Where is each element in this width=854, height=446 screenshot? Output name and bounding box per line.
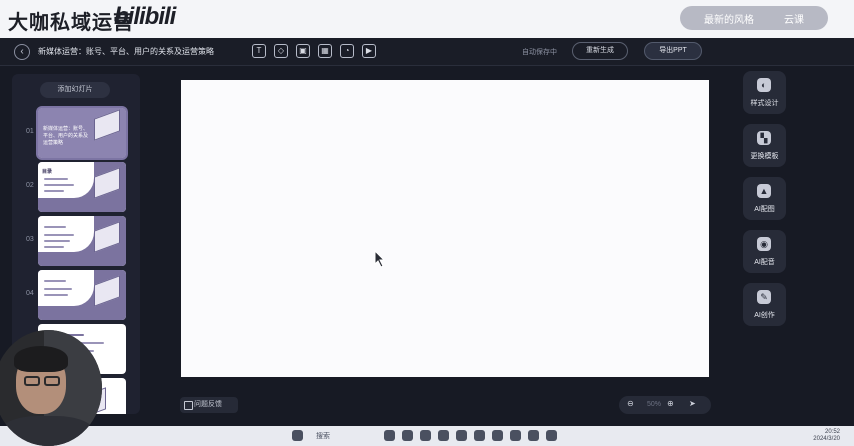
pointer-tool-icon[interactable]: ➤ (689, 399, 696, 408)
glasses-icon (44, 376, 60, 386)
tool-label: 样式设计 (750, 100, 779, 107)
watermark-text-right: 云课 (784, 15, 804, 26)
slide-item[interactable]: 01 新媒体运营：账号、平台、用户的关系及运营策略 (12, 106, 140, 160)
app-window: 大咖私域运营 bilibili 最新的风格 云课 ‹ 新媒体运营：账号、平台、用… (0, 0, 854, 446)
tool-label: AI创作 (754, 312, 775, 319)
ai-image-button[interactable]: ▲ AI配图 (743, 177, 786, 220)
app-icon[interactable] (420, 430, 431, 441)
slide-thumbnail[interactable]: 新媒体运营：账号、平台、用户的关系及运营策略 (36, 106, 128, 160)
tool-label: AI配音 (754, 259, 775, 266)
zoom-controls: ⊖ 50% ⊕ ➤ (619, 396, 711, 414)
slide-thumbnail[interactable] (38, 270, 126, 320)
palette-icon: ◐ (757, 78, 771, 92)
text-line (44, 190, 64, 192)
text-line (44, 226, 66, 228)
text-line (44, 288, 72, 290)
app-icon[interactable] (546, 430, 557, 441)
zoom-in-icon[interactable]: ⊕ (667, 399, 674, 408)
presenter-webcam (0, 330, 102, 446)
style-design-button[interactable]: ◐ 样式设计 (743, 71, 786, 114)
slide-item[interactable]: 04 (12, 270, 140, 320)
app-icon[interactable] (438, 430, 449, 441)
editor-toolbar: ‹ 新媒体运营：账号、平台、用户的关系及运营策略 T ◇ ▣ ▦ ◔ ▶ 自动保… (0, 38, 854, 66)
text-line (44, 234, 74, 236)
slide-title: 新媒体运营：账号、平台、用户的关系及运营策略 (43, 126, 89, 146)
app-icon[interactable] (474, 430, 485, 441)
change-template-button[interactable]: ▚ 更换模板 (743, 124, 786, 167)
app-icon[interactable] (384, 430, 395, 441)
slide-number: 01 (26, 128, 34, 135)
insert-tools: T ◇ ▣ ▦ ◔ ▶ (252, 44, 376, 58)
text-line (44, 178, 68, 180)
slide-thumbnail[interactable] (38, 216, 126, 266)
document-title[interactable]: 新媒体运营：账号、平台、用户的关系及运营策略 (38, 46, 214, 57)
tool-label: AI配图 (754, 206, 775, 213)
text-line (44, 294, 68, 296)
taskbar-search[interactable]: 搜索 (316, 431, 330, 441)
media-icon[interactable]: ▶ (362, 44, 376, 58)
text-line (44, 246, 64, 248)
taskbar-icons (292, 430, 303, 441)
slide-item[interactable]: 02 目录 (12, 162, 140, 212)
chart-icon[interactable]: ◔ (340, 44, 354, 58)
ai-voice-icon: ◉ (757, 237, 771, 251)
bilibili-logo: bilibili (114, 3, 176, 30)
ai-create-icon: ✎ (757, 290, 771, 304)
zoom-level: 50% (647, 401, 662, 408)
slide-thumbnail[interactable]: 目录 (38, 162, 126, 212)
slide-item[interactable]: 03 (12, 216, 140, 266)
add-slide-button[interactable]: 添加幻灯片 (40, 82, 110, 98)
watermark: 最新的风格 云课 (680, 6, 828, 30)
slide-number: 03 (26, 236, 34, 243)
slide-number: 02 (26, 182, 34, 189)
feedback-button[interactable]: 问题反馈 (180, 397, 238, 413)
ai-voice-button[interactable]: ◉ AI配音 (743, 230, 786, 273)
ai-image-icon: ▲ (757, 184, 771, 198)
presenter-body (0, 416, 94, 446)
app-icon[interactable] (402, 430, 413, 441)
glasses-icon (24, 376, 40, 386)
app-icon[interactable] (492, 430, 503, 441)
image-icon[interactable]: ▣ (296, 44, 310, 58)
shape-icon[interactable]: ◇ (274, 44, 288, 58)
regenerate-button[interactable]: 重新生成 (572, 42, 628, 60)
chevron-left-icon[interactable]: ‹ (14, 44, 30, 60)
app-icon[interactable] (510, 430, 521, 441)
video-title-banner: 大咖私域运营 bilibili 最新的风格 云课 (0, 0, 854, 38)
slide-number: 04 (26, 290, 34, 297)
text-line (44, 184, 74, 186)
app-icon[interactable] (456, 430, 467, 441)
start-icon[interactable] (292, 430, 303, 441)
table-icon[interactable]: ▦ (318, 44, 332, 58)
zoom-out-icon[interactable]: ⊖ (627, 399, 634, 408)
text-line (44, 240, 70, 242)
template-icon: ▚ (757, 131, 771, 145)
watermark-text-left: 最新的风格 (704, 15, 754, 26)
os-taskbar: 搜索 20:52 2024/3/20 (0, 426, 854, 446)
tool-label: 更换模板 (750, 153, 779, 160)
slide-title: 目录 (42, 169, 53, 175)
ai-create-button[interactable]: ✎ AI创作 (743, 283, 786, 326)
app-icon[interactable] (528, 430, 539, 441)
text-icon[interactable]: T (252, 44, 266, 58)
slide-canvas[interactable] (181, 80, 709, 377)
autosave-status: 自动保存中 (522, 49, 557, 56)
mouse-cursor-icon (374, 250, 386, 268)
clock-date: 2024/3/20 (813, 436, 840, 442)
presenter-hair (14, 346, 68, 372)
export-ppt-button[interactable]: 导出PPT (644, 42, 702, 60)
pinned-apps (384, 430, 557, 441)
system-clock[interactable]: 20:52 2024/3/20 (813, 429, 840, 443)
text-line (44, 280, 66, 282)
clock-time: 20:52 (824, 429, 840, 435)
